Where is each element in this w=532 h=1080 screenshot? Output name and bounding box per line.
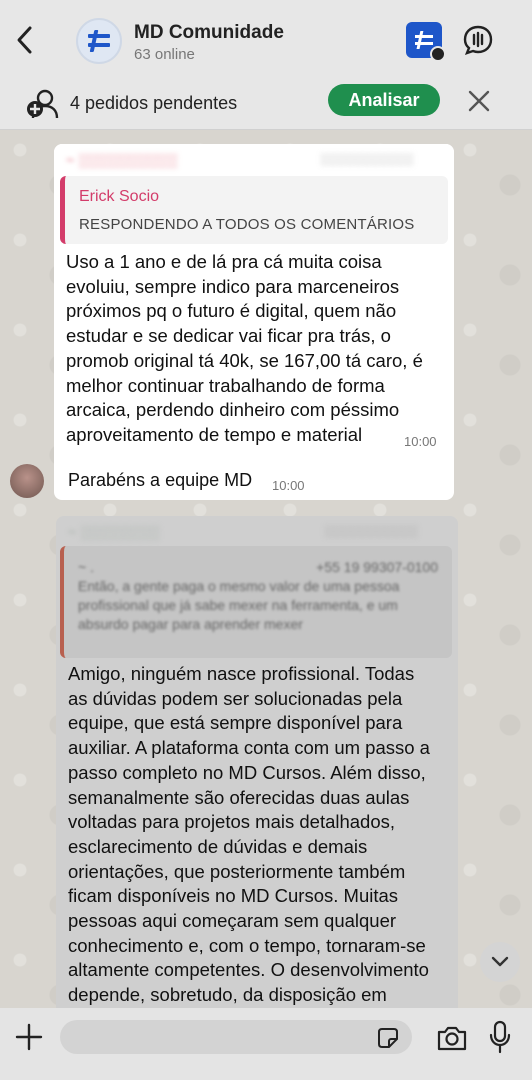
message-text: Uso a 1 ano e de lá pra cá muita coisa e… (66, 250, 426, 448)
sender-phone-redacted: ░░░░░░░░░░░ (320, 152, 414, 166)
quoted-sender-redacted: ~ . (78, 559, 94, 575)
people-add-icon (27, 89, 59, 119)
message-time: 10:00 (404, 434, 437, 449)
message-line: auxiliar. A plataforma conta com um pass… (68, 737, 430, 759)
message-bubble[interactable]: ~ ░░░░░░░░░░ ░░░░░░░░░░░ Erick Socio RES… (54, 144, 454, 456)
voice-chat-icon[interactable] (462, 24, 494, 56)
quoted-header: ~ . +55 19 99307-0100 (78, 558, 438, 577)
close-icon[interactable] (466, 88, 492, 114)
back-arrow-icon[interactable] (10, 22, 40, 58)
message-line: Amigo, ninguém nasce profissional. Todas (68, 663, 415, 684)
message-line: promob original tá 40k, se 167,00 tá car… (66, 349, 423, 371)
message-line: evoluiu, sempre indico para marceneiros (66, 275, 400, 297)
group-avatar[interactable] (76, 18, 122, 64)
pending-requests-bar: 4 pedidos pendentes Analisar (0, 80, 532, 130)
chat-header: MD Comunidade 63 online (0, 0, 532, 80)
message-line: aproveitamento de tempo e material (66, 423, 363, 445)
quoted-phone: +55 19 99307-0100 (316, 559, 438, 575)
pending-requests-text: 4 pedidos pendentes (70, 93, 238, 113)
quoted-text: absurdo pagar para aprender mexer (78, 616, 303, 632)
message-line: semanalmente são oferecidas duas aulas (68, 786, 410, 808)
message-line: arcaica, perdendo dinheiro com péssimo (66, 399, 400, 421)
quoted-text: profissional que já sabe mexer na ferram… (78, 597, 398, 613)
message-line: voltadas para projetos mais detalhados, (68, 811, 396, 833)
quoted-sender: Erick Socio (79, 188, 160, 205)
sender-name-redacted: ~ ░░░░░░░░░░ (66, 152, 178, 168)
message-line: passo completo no MD Cursos. Além disso, (68, 761, 426, 783)
message-line: depende, sobretudo, da disposição em (68, 984, 387, 1006)
message-line: melhor continuar trabalhando de forma (66, 374, 385, 396)
quoted-text: RESPONDENDO A TODOS OS COMENTÁRIOS (79, 216, 415, 233)
chevron-badge-icon (430, 46, 446, 62)
sender-name-redacted: ~ ░░░░░░░░ (68, 524, 160, 540)
message-line: Uso a 1 ano e de lá pra cá muita coisa (66, 251, 382, 272)
sticker-icon[interactable] (376, 1026, 400, 1050)
message-time: 10:00 (272, 478, 305, 493)
message-line: as dúvidas podem ser solucionadas pela (68, 687, 403, 709)
scroll-down-button[interactable] (480, 942, 520, 982)
message-line: equipe, que está sempre disponível para (68, 712, 403, 734)
message-input[interactable] (60, 1020, 412, 1054)
app-shortcut-button[interactable] (406, 22, 446, 62)
composer-bar (0, 1008, 532, 1080)
message-line: ficam disponíveis no MD Cursos. Muitas (68, 885, 399, 907)
message-text: Parabéns a equipe MD (68, 470, 253, 490)
quoted-message[interactable]: ~ . +55 19 99307-0100 Então, a gente pag… (60, 546, 452, 658)
message-text: Amigo, ninguém nasce profissional. Todas… (68, 662, 448, 1008)
message-line: orientações, que posteriormente também (68, 860, 406, 882)
message-bubble[interactable]: Parabéns a equipe MD 10:00 (56, 462, 318, 498)
avatar[interactable] (10, 464, 44, 498)
message-line: conhecimento e, com o tempo, tornaram-se (68, 934, 426, 956)
message-bubble-dimmed[interactable]: ~ ░░░░░░░░ ░░░░░░░░░░░ ~ . +55 19 99307-… (56, 516, 458, 1016)
plus-icon[interactable] (14, 1022, 44, 1052)
analyze-button[interactable]: Analisar (328, 84, 440, 116)
online-count: 63 online (134, 46, 195, 63)
camera-icon[interactable] (436, 1024, 468, 1052)
title-block[interactable]: MD Comunidade 63 online (134, 22, 284, 63)
message-line: estudar e se dedicar vai ficar pra trás,… (66, 325, 391, 347)
chevron-down-icon (491, 956, 509, 967)
md-logo-icon (88, 30, 110, 52)
sender-phone-redacted: ░░░░░░░░░░░ (324, 524, 418, 538)
chat-title: MD Comunidade (134, 22, 284, 43)
microphone-icon[interactable] (488, 1020, 512, 1054)
quoted-text: Então, a gente paga o mesmo valor de uma… (78, 578, 400, 594)
message-line: pessoas aqui começaram sem qualquer (68, 910, 397, 932)
message-line: esclarecimento de dúvidas e demais (68, 835, 368, 857)
message-line: próximos pq o futuro é digital, quem não (66, 300, 397, 322)
quoted-message[interactable]: Erick Socio RESPONDENDO A TODOS OS COMEN… (60, 176, 448, 244)
message-line: altamente competentes. O desenvolvimento (68, 959, 429, 981)
